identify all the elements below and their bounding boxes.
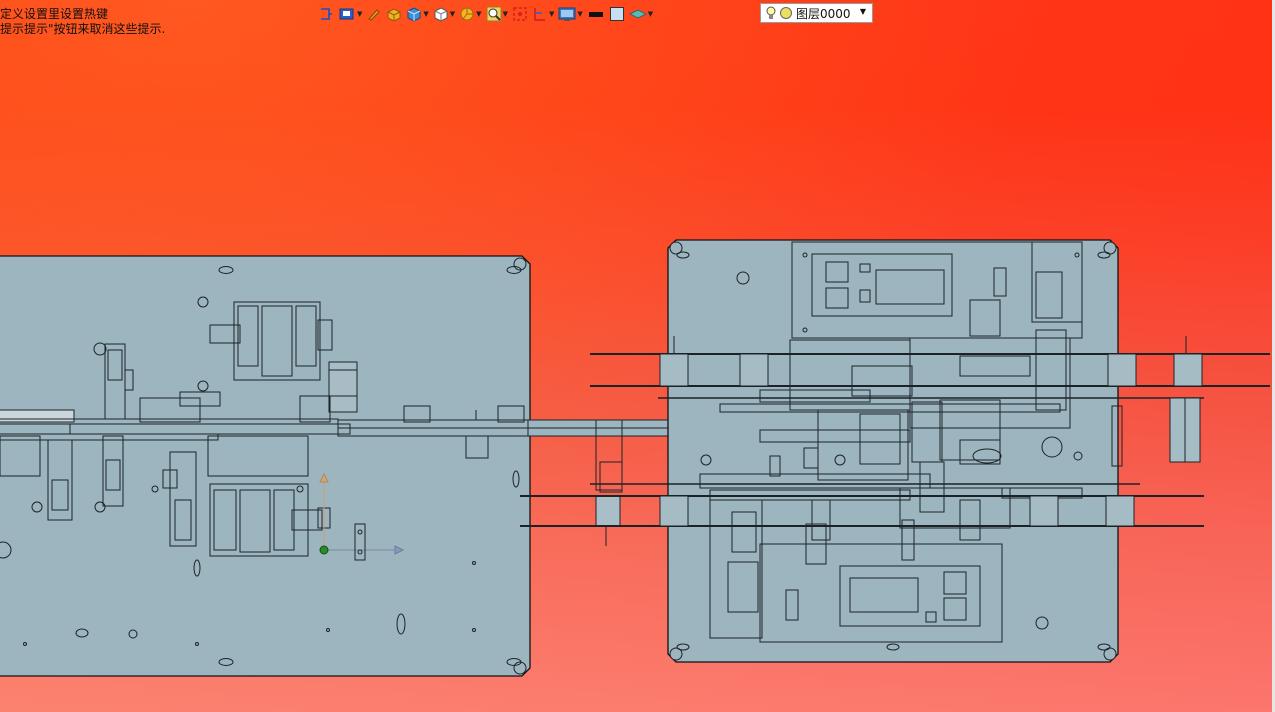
box-white-button[interactable]: ▼ <box>431 4 457 24</box>
render-style-icon <box>339 8 354 20</box>
plane-icon <box>628 9 647 19</box>
pie-button[interactable]: ▼ <box>457 4 483 24</box>
graphics-viewport[interactable]: 定义设置里设置热键 提示提示"按钮来取消这些提示. ▼ ▼ ▼ ▼ ▼ ▼ ▼ … <box>0 0 1275 712</box>
select-red-icon <box>513 7 527 21</box>
left-base-plate <box>0 255 531 677</box>
right-base-plate <box>520 239 1270 663</box>
box-white-icon <box>434 7 448 22</box>
line-black-icon <box>588 12 603 17</box>
pie-icon <box>460 7 474 21</box>
view-cube-button[interactable] <box>316 4 336 24</box>
fill-square-button[interactable] <box>607 4 627 24</box>
solid-icon <box>387 8 401 22</box>
view-cube-icon <box>321 8 332 20</box>
pen-button[interactable] <box>364 4 384 24</box>
section-icon <box>534 8 545 21</box>
hint-text-line-1: 定义设置里设置热键 <box>0 7 109 21</box>
display-icon <box>558 7 576 21</box>
render-style-button[interactable]: ▼ <box>336 4 364 24</box>
section-button[interactable]: ▼ <box>530 4 556 24</box>
cad-drawing[interactable] <box>0 0 1275 712</box>
display-button[interactable]: ▼ <box>556 4 584 24</box>
plane-button[interactable]: ▼ <box>627 4 655 24</box>
layer-name: 图层0000 <box>796 6 851 21</box>
chevron-down-icon[interactable]: ▼ <box>860 7 866 16</box>
layer-selector[interactable]: 图层0000 ▼ <box>760 3 873 23</box>
view-toolbar: ▼ ▼ ▼ ▼ ▼ ▼ ▼ ▼ <box>316 4 655 24</box>
box-blue-button[interactable]: ▼ <box>404 4 430 24</box>
line-black-button[interactable] <box>585 4 607 24</box>
select-red-button[interactable] <box>510 4 530 24</box>
sun-icon[interactable] <box>779 6 793 20</box>
solid-button[interactable] <box>384 4 404 24</box>
hint-text-line-2: 提示提示"按钮来取消这些提示. <box>0 22 166 36</box>
zoom-icon <box>486 6 502 22</box>
zoom-button[interactable]: ▼ <box>484 4 510 24</box>
box-blue-icon <box>407 7 421 22</box>
bulb-icon[interactable] <box>766 6 776 20</box>
pen-icon <box>368 9 381 21</box>
fill-square-icon <box>609 7 624 21</box>
